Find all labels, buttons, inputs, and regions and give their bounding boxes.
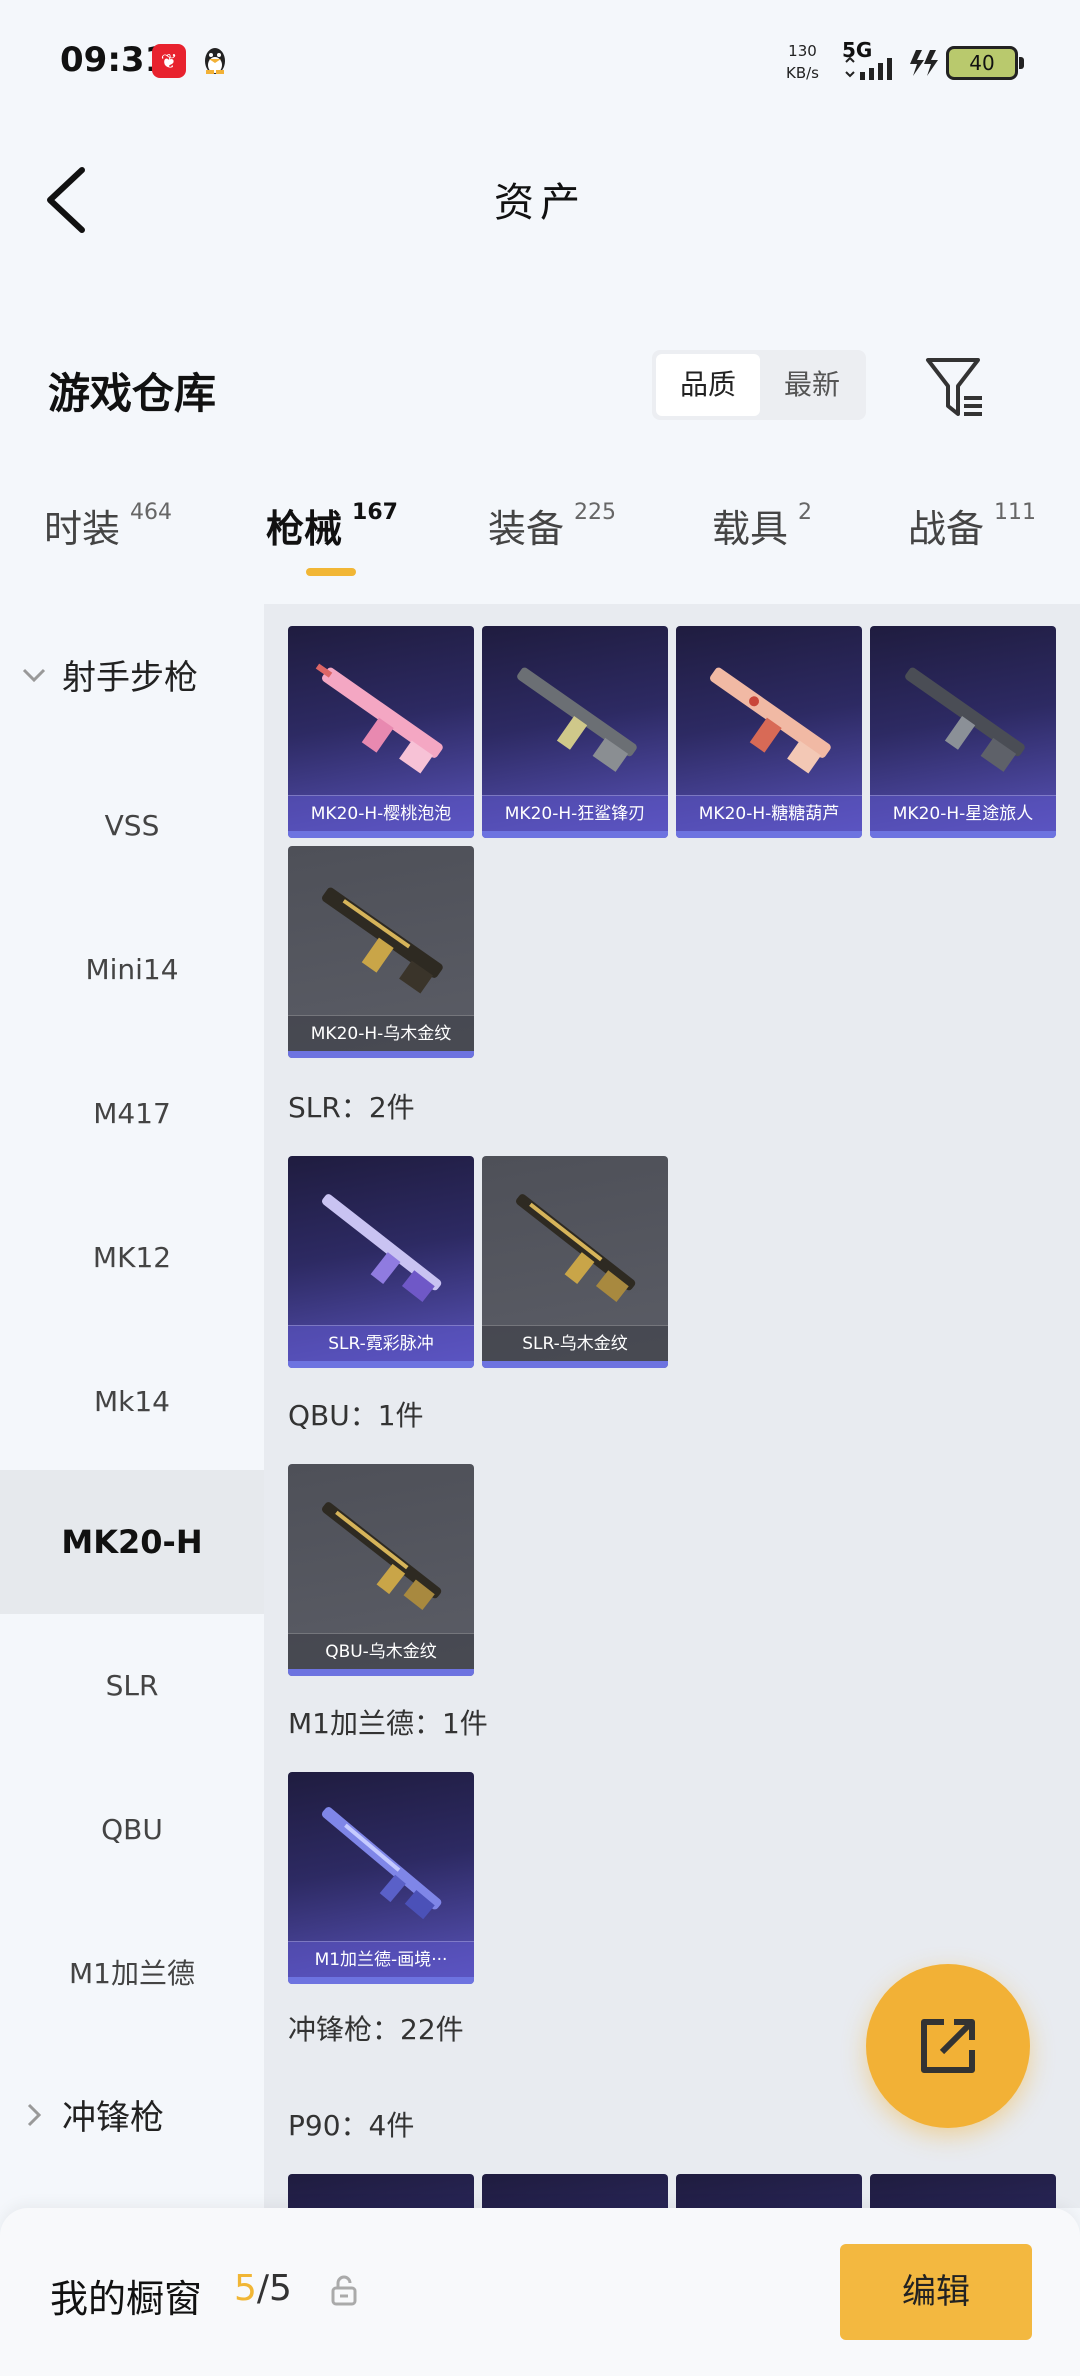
tab-firearms[interactable]: 枪械 167 — [266, 498, 398, 553]
skin-card[interactable]: MK20-H-乌木金纹 — [288, 846, 474, 1058]
sidebar-item-mk20h[interactable]: MK20-H — [0, 1470, 264, 1614]
rarity-bar — [870, 831, 1056, 838]
chevron-down-icon — [22, 668, 46, 682]
sidebar-item-slr[interactable]: SLR — [0, 1614, 264, 1758]
skin-card[interactable]: M1加兰德-画境··· — [288, 1772, 474, 1984]
rarity-bar — [288, 831, 474, 838]
charging-icon — [910, 50, 938, 76]
sort-newest-button[interactable]: 最新 — [760, 354, 864, 416]
unlock-icon — [331, 2275, 357, 2306]
rifle-skin-image — [516, 1194, 636, 1303]
tab-equipment[interactable]: 装备 225 — [488, 498, 616, 553]
tab-combat-gear[interactable]: 战备 111 — [908, 498, 1036, 553]
penguin-icon — [205, 48, 225, 74]
section-title-smg: 冲锋枪：22件 — [288, 2013, 464, 2046]
network-speed: 130 KB/s — [786, 42, 819, 82]
category-tabs: 时装 464 枪械 167 装备 225 载具 2 战备 111 — [0, 458, 1080, 604]
rifle-skin-image — [315, 663, 443, 774]
rifle-skin-image — [322, 1502, 442, 1611]
sidebar-group-smg[interactable]: 冲锋枪 — [20, 2090, 164, 2139]
sidebar-group-marksman-rifles[interactable]: 射手步枪 — [20, 650, 198, 699]
section-title-slr: SLR：2件 — [288, 1091, 415, 1124]
app-notification-icon: ❦ — [152, 44, 186, 78]
sidebar-item-qbu[interactable]: QBU — [0, 1758, 264, 1902]
nav-header: 资产 — [0, 130, 1080, 270]
warehouse-title: 游戏仓库 — [48, 369, 217, 418]
warehouse-header: 游戏仓库 品质 最新 — [0, 330, 1080, 450]
rarity-bar — [676, 831, 862, 838]
edit-button[interactable]: 编辑 — [840, 2244, 1032, 2340]
battery-icon: 40 — [946, 46, 1024, 80]
rarity-bar — [288, 1051, 474, 1058]
rifle-skin-image — [710, 667, 831, 774]
skin-card[interactable]: QBU-乌木金纹 — [288, 1464, 474, 1676]
rifle-skin-image — [322, 1194, 442, 1303]
skin-card[interactable] — [870, 2174, 1056, 2208]
sidebar-item-mk12[interactable]: MK12 — [0, 1186, 264, 1330]
skin-card[interactable] — [676, 2174, 862, 2208]
section-title-qbu: QBU：1件 — [288, 1399, 424, 1432]
rifle-skin-image — [321, 1807, 442, 1920]
showcase-count: 5/5 — [234, 2268, 292, 2309]
skin-card[interactable]: MK20-H-狂鲨锋刃 — [482, 626, 668, 838]
filter-icon[interactable] — [924, 354, 986, 420]
skin-card[interactable]: MK20-H-糖糖葫芦 — [676, 626, 862, 838]
sort-toggle: 品质 最新 — [652, 350, 866, 420]
chevron-right-icon — [27, 2103, 42, 2126]
sort-quality-button[interactable]: 品质 — [656, 354, 760, 416]
rarity-bar — [482, 831, 668, 838]
tab-vehicles[interactable]: 载具 2 — [712, 498, 812, 553]
skin-card[interactable] — [482, 2174, 668, 2208]
section-title-m1-garand: M1加兰德：1件 — [288, 1707, 488, 1740]
tab-fashion[interactable]: 时装 464 — [44, 498, 172, 553]
skin-card[interactable]: SLR-霓彩脉冲 — [288, 1156, 474, 1368]
sidebar-item-mk14[interactable]: Mk14 — [0, 1330, 264, 1474]
rifle-skin-image — [322, 887, 443, 994]
battery-level: 40 — [969, 51, 995, 75]
share-icon — [921, 2019, 975, 2073]
skin-card[interactable]: MK20-H-樱桃泡泡 — [288, 626, 474, 838]
rifle-skin-image — [517, 667, 637, 772]
rarity-bar — [288, 1977, 474, 1984]
sidebar-item-vss[interactable]: VSS — [0, 754, 264, 898]
skin-card[interactable] — [288, 2174, 474, 2208]
active-tab-indicator — [306, 568, 356, 576]
rarity-bar — [288, 1669, 474, 1676]
sidebar-item-m1-garand[interactable]: M1加兰德 — [0, 1902, 264, 2046]
rifle-skin-image — [905, 667, 1025, 772]
skin-card[interactable]: MK20-H-星途旅人 — [870, 626, 1056, 838]
section-title-p90: P90：4件 — [288, 2109, 415, 2142]
rarity-bar — [482, 1361, 668, 1368]
showcase-label: 我的橱窗 — [50, 2277, 203, 2321]
sidebar-item-mini14[interactable]: Mini14 — [0, 898, 264, 1042]
showcase-bar: 我的橱窗 5/5 编辑 — [0, 2208, 1080, 2376]
share-button[interactable] — [866, 1964, 1030, 2128]
weapon-category-sidebar: 射手步枪 VSS Mini14 M417 MK12 Mk14 MK20-H SL… — [0, 604, 264, 2208]
skin-card[interactable]: SLR-乌木金纹 — [482, 1156, 668, 1368]
status-bar: 09:31 ❦ 130 KB/s 5G 40 — [0, 0, 1080, 130]
sidebar-item-m417[interactable]: M417 — [0, 1042, 264, 1186]
page-title: 资产 — [494, 180, 586, 226]
signal-icon — [845, 56, 892, 80]
rarity-bar — [288, 1361, 474, 1368]
